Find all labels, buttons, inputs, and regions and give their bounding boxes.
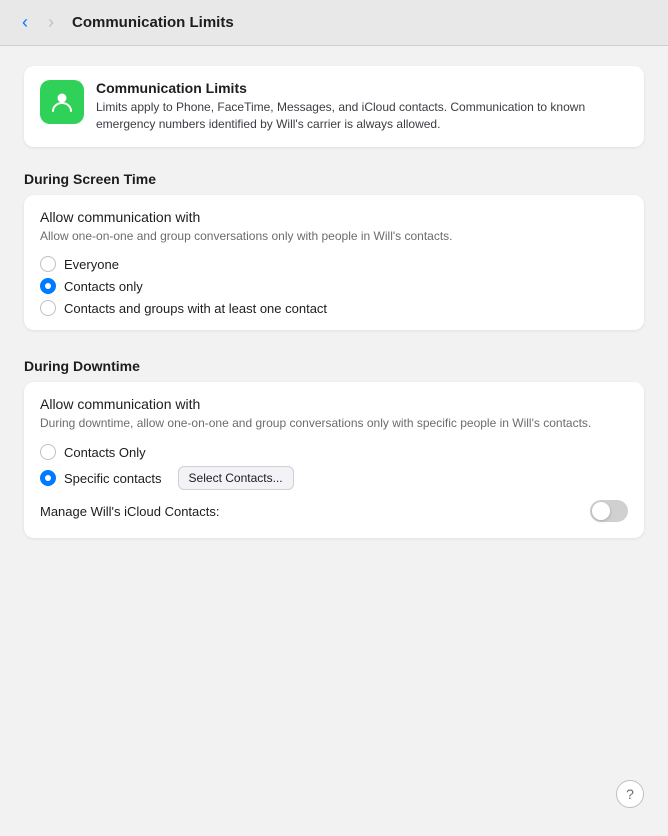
page-title: Communication Limits xyxy=(72,14,234,31)
downtime-card-desc: During downtime, allow one-on-one and gr… xyxy=(40,415,628,432)
screen-time-heading: During Screen Time xyxy=(24,171,644,187)
app-icon xyxy=(40,80,84,124)
downtime-heading: During Downtime xyxy=(24,358,644,374)
screen-time-radio-group: Everyone Contacts only Contacts and grou… xyxy=(40,256,628,316)
help-button[interactable]: ? xyxy=(616,780,644,808)
downtime-section: During Downtime Allow communication with… xyxy=(24,354,644,558)
app-info-text: Communication Limits Limits apply to Pho… xyxy=(96,80,628,133)
screen-time-card-desc: Allow one-on-one and group conversations… xyxy=(40,228,628,245)
communication-limits-icon xyxy=(49,89,75,115)
radio-contacts-only-label: Contacts only xyxy=(64,279,143,294)
toggle-knob xyxy=(592,502,610,520)
radio-downtime-contacts-only-label: Contacts Only xyxy=(64,445,146,460)
app-info-card: Communication Limits Limits apply to Pho… xyxy=(24,66,644,147)
manage-icloud-label: Manage Will's iCloud Contacts: xyxy=(40,504,220,519)
radio-contacts-only xyxy=(40,278,56,294)
downtime-option-specific[interactable]: Specific contacts Select Contacts... xyxy=(40,466,628,490)
radio-everyone-label: Everyone xyxy=(64,257,119,272)
manage-icloud-toggle[interactable] xyxy=(590,500,628,522)
title-bar: ‹ › Communication Limits xyxy=(0,0,668,46)
downtime-option-contacts-only[interactable]: Contacts Only xyxy=(40,444,628,460)
screen-time-option-contacts-groups[interactable]: Contacts and groups with at least one co… xyxy=(40,300,628,316)
radio-everyone xyxy=(40,256,56,272)
back-button[interactable]: ‹ xyxy=(16,10,34,35)
downtime-radio-group: Contacts Only Specific contacts Select C… xyxy=(40,444,628,490)
forward-button[interactable]: › xyxy=(42,10,60,35)
window: ‹ › Communication Limits Communication L… xyxy=(0,0,668,836)
help-container: ? xyxy=(24,772,644,816)
radio-specific-contacts xyxy=(40,470,56,486)
content-area: Communication Limits Limits apply to Pho… xyxy=(0,46,668,836)
app-card-desc: Limits apply to Phone, FaceTime, Message… xyxy=(96,99,628,133)
manage-icloud-row: Manage Will's iCloud Contacts: xyxy=(40,490,628,524)
screen-time-card-title: Allow communication with xyxy=(40,209,628,225)
downtime-card: Allow communication with During downtime… xyxy=(24,382,644,538)
radio-contacts-groups xyxy=(40,300,56,316)
radio-contacts-groups-label: Contacts and groups with at least one co… xyxy=(64,301,327,316)
downtime-card-title: Allow communication with xyxy=(40,396,628,412)
screen-time-option-contacts-only[interactable]: Contacts only xyxy=(40,278,628,294)
radio-specific-contacts-label: Specific contacts xyxy=(64,471,162,486)
select-contacts-button[interactable]: Select Contacts... xyxy=(178,466,294,490)
screen-time-option-everyone[interactable]: Everyone xyxy=(40,256,628,272)
app-card-title: Communication Limits xyxy=(96,80,628,96)
screen-time-card: Allow communication with Allow one-on-on… xyxy=(24,195,644,331)
radio-downtime-contacts-only xyxy=(40,444,56,460)
